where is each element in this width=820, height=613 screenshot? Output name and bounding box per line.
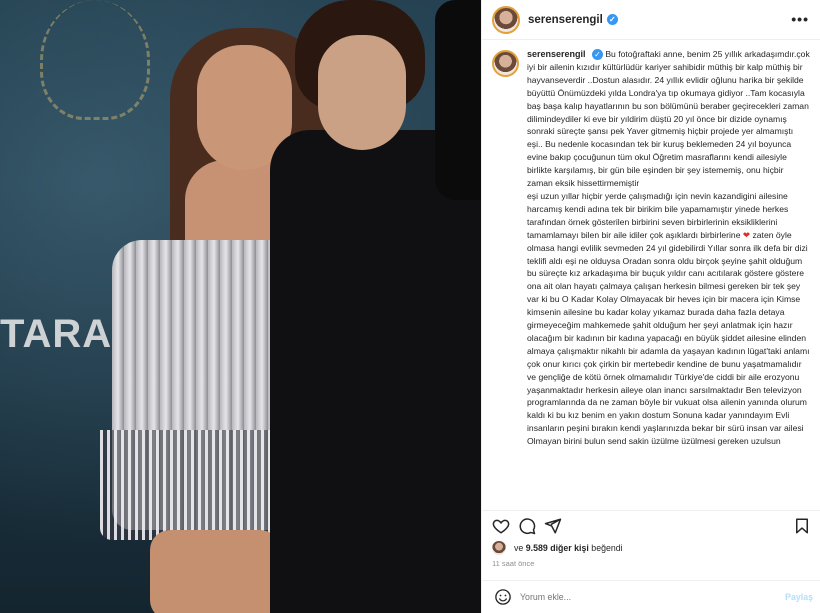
liker-avatar[interactable] [492,541,506,555]
young-man-face [318,35,406,150]
post-comment-button[interactable]: Paylaş [785,592,813,602]
caption-verified-badge-icon: ✓ [591,49,603,61]
caption-body-3: zaten öyle olmasa hangi evlilik sevmeden… [527,229,810,447]
comment-bar: Paylaş [482,580,820,613]
caption-avatar[interactable] [492,50,519,77]
caption-paragraph-2: eşi uzun yıllar hiçbir yerde çalışmadığı… [527,190,811,448]
action-bar [482,510,820,540]
more-options-icon[interactable]: ••• [791,11,809,27]
post-timestamp[interactable]: 11 saat önce [492,559,534,568]
likes-summary: ve 9.589 diğer kişi beğendi [492,541,623,555]
caption-row: serenserengil ✓ Bu fotoğraftaki anne, be… [492,48,811,448]
comment-icon[interactable] [518,517,536,535]
instagram-post-view: TARA serenserengil ✓ ••• serenserengil ✓ … [0,0,820,613]
caption-body-2: eşi uzun yıllar hiçbir yerde çalışmadığı… [527,190,789,240]
post-photo[interactable]: TARA [0,0,481,613]
likes-suffix: beğendi [591,543,623,553]
header-username-text[interactable]: serenserengil [528,14,603,26]
header-username[interactable]: serenserengil ✓ [528,14,618,26]
heart-icon[interactable] [492,517,510,535]
caption-scroll-area[interactable]: serenserengil ✓ Bu fotoğraftaki anne, be… [482,40,820,510]
comment-input[interactable] [520,592,786,602]
caption-text: serenserengil ✓ Bu fotoğraftaki anne, be… [527,48,811,448]
event-banner-text: TARA [0,312,113,356]
caption-username[interactable]: serenserengil [527,49,586,59]
bookmark-icon[interactable] [793,517,811,535]
young-man-shirt [270,130,481,613]
caption-paragraph-1: serenserengil ✓ Bu fotoğraftaki anne, be… [527,48,811,190]
third-person-edge [435,0,481,200]
likes-prefix: ve [514,543,524,553]
share-icon[interactable] [544,517,562,535]
emoji-icon[interactable] [494,588,512,606]
post-side-panel: serenserengil ✓ ••• serenserengil ✓ Bu fo… [481,0,820,613]
verified-badge-icon: ✓ [606,13,618,25]
laurel-emblem [40,0,150,120]
caption-body-1: Bu fotoğraftaki anne, benim 25 yıllık ar… [527,49,810,189]
woman-legs [150,530,280,613]
avatar[interactable] [492,5,520,34]
post-header: serenserengil ✓ ••• [482,0,820,40]
likes-count[interactable]: 9.589 diğer kişi [526,543,589,553]
red-heart-emoji-icon: ❤ [742,229,751,240]
